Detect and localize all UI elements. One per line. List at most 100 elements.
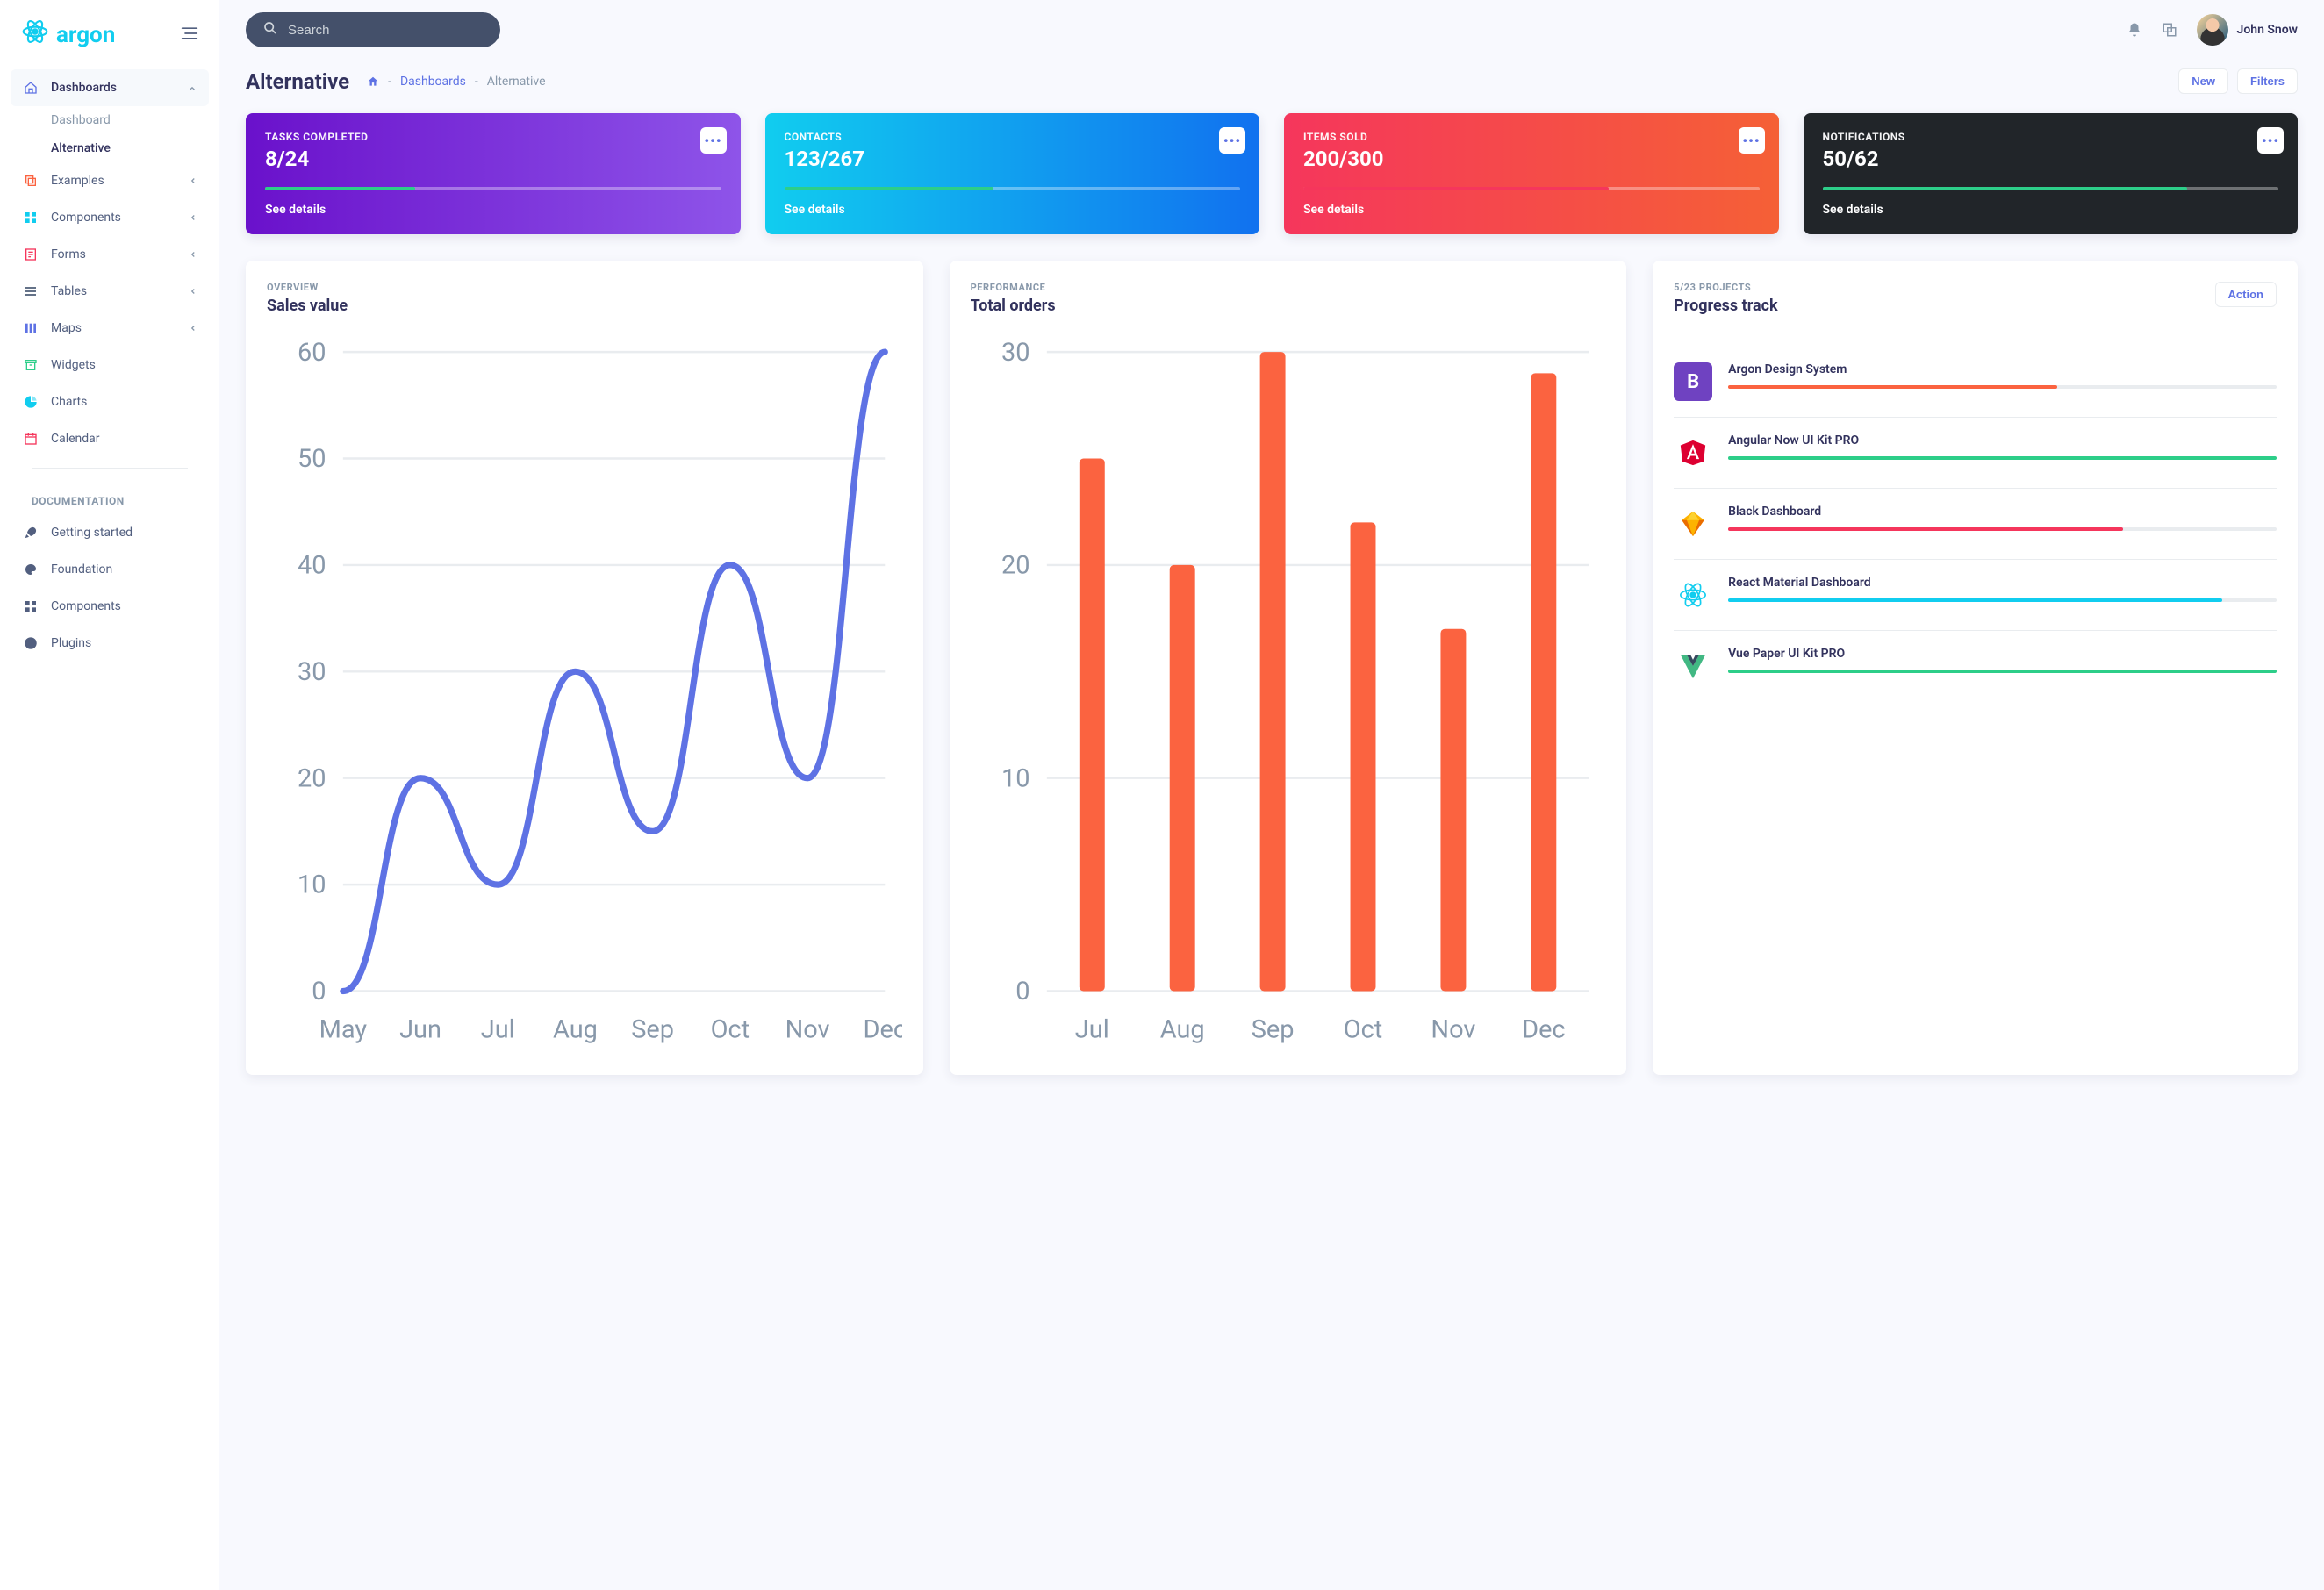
- chevron-icon: [185, 213, 199, 222]
- sidebar-item-forms[interactable]: Forms: [11, 236, 209, 273]
- svg-text:Oct: Oct: [1343, 1015, 1382, 1045]
- orders-title: Total orders: [971, 297, 1606, 315]
- filters-button[interactable]: Filters: [2237, 68, 2298, 94]
- progress-item: B Argon Design System: [1674, 347, 2277, 417]
- svg-text:Dec: Dec: [1522, 1015, 1565, 1045]
- notifications-button[interactable]: [2127, 22, 2142, 38]
- orders-panel: PERFORMANCE Total orders 0102030JulAugSe…: [950, 261, 1627, 1075]
- svg-text:Aug: Aug: [1159, 1015, 1204, 1045]
- sidebar-item-charts[interactable]: Charts: [11, 383, 209, 420]
- stat-details-link[interactable]: See details: [1303, 203, 1760, 217]
- breadcrumb: - Dashboards - Alternative: [367, 75, 545, 89]
- sidebar-item-label: Forms: [51, 247, 86, 261]
- project-progress: [1728, 385, 2277, 389]
- svg-text:Nov: Nov: [785, 1015, 830, 1045]
- svg-text:Sep: Sep: [631, 1015, 674, 1045]
- svg-text:0: 0: [1015, 977, 1029, 1006]
- username: John Snow: [2237, 23, 2298, 37]
- stat-label: CONTACTS: [785, 131, 1241, 143]
- stat-progress: [1823, 187, 2279, 190]
- stats-row: ••• TASKS COMPLETED 8/24 See details •••…: [246, 113, 2298, 234]
- stat-details-link[interactable]: See details: [1823, 203, 2279, 217]
- sidebar-doc-item-components[interactable]: Components: [11, 588, 209, 625]
- progress-action-button[interactable]: Action: [2215, 282, 2277, 307]
- stat-card-0: ••• TASKS COMPLETED 8/24 See details: [246, 113, 741, 234]
- breadcrumb-current: Alternative: [487, 75, 546, 89]
- stat-progress: [1303, 187, 1760, 190]
- sidebar-subitem-alternative[interactable]: Alternative: [51, 134, 209, 162]
- progress-panel: 5/23 PROJECTS Progress track Action B Ar…: [1653, 261, 2298, 1075]
- brand-name: argon: [56, 22, 115, 48]
- form-icon: [23, 247, 39, 262]
- home-icon: [23, 80, 39, 96]
- fullscreen-button[interactable]: [2162, 22, 2177, 38]
- sidebar-doc-item-foundation[interactable]: Foundation: [11, 551, 209, 588]
- stat-label: ITEMS SOLD: [1303, 131, 1760, 143]
- stat-label: TASKS COMPLETED: [265, 131, 721, 143]
- search-box[interactable]: [246, 12, 500, 47]
- sidebar-item-calendar[interactable]: Calendar: [11, 420, 209, 457]
- sidebar-item-label: Components: [51, 211, 121, 225]
- new-button[interactable]: New: [2178, 68, 2228, 94]
- svg-text:20: 20: [298, 763, 326, 793]
- stat-details-link[interactable]: See details: [785, 203, 1241, 217]
- project-progress: [1728, 527, 2277, 531]
- progress-item: Angular Now UI Kit PRO: [1674, 417, 2277, 488]
- sales-panel: OVERVIEW Sales value 0102030405060MayJun…: [246, 261, 923, 1075]
- palette-icon: [23, 562, 39, 577]
- sidebar-item-examples[interactable]: Examples: [11, 162, 209, 199]
- brand-logo[interactable]: argon: [21, 18, 115, 52]
- sidebar-doc-item-plugins[interactable]: Plugins: [11, 625, 209, 662]
- svg-text:10: 10: [1001, 763, 1030, 793]
- topbar: John Snow: [219, 0, 2324, 60]
- sidebar-doc-item-getting started[interactable]: Getting started: [11, 514, 209, 551]
- user-menu[interactable]: John Snow: [2197, 14, 2298, 46]
- stat-card-3: ••• NOTIFICATIONS 50/62 See details: [1804, 113, 2299, 234]
- sidebar-item-tables[interactable]: Tables: [11, 273, 209, 310]
- bell-icon: [2127, 27, 2142, 41]
- sidebar-item-label: Plugins: [51, 636, 91, 650]
- stat-value: 123/267: [785, 147, 1241, 171]
- search-input[interactable]: [288, 23, 483, 38]
- svg-text:May: May: [319, 1015, 368, 1045]
- sidebar-item-label: Tables: [51, 284, 87, 298]
- sidebar-item-components[interactable]: Components: [11, 199, 209, 236]
- project-name: Black Dashboard: [1728, 505, 2277, 519]
- sidebar-toggle[interactable]: [181, 26, 198, 44]
- archive-icon: [23, 357, 39, 373]
- svg-text:20: 20: [1001, 551, 1030, 581]
- vue-icon: [1674, 647, 1712, 685]
- svg-text:Jul: Jul: [481, 1015, 515, 1045]
- angular-icon: [1674, 433, 1712, 472]
- home-icon[interactable]: [367, 75, 379, 88]
- sidebar-item-widgets[interactable]: Widgets: [11, 347, 209, 383]
- sidebar-item-label: Foundation: [51, 562, 112, 577]
- sales-title: Sales value: [267, 297, 902, 315]
- orders-eyebrow: PERFORMANCE: [971, 282, 1606, 293]
- chevron-icon: [185, 324, 199, 333]
- stat-card-2: ••• ITEMS SOLD 200/300 See details: [1284, 113, 1779, 234]
- svg-text:10: 10: [298, 870, 326, 900]
- stat-value: 200/300: [1303, 147, 1760, 171]
- expand-icon: [2162, 27, 2177, 41]
- sidebar-subitem-dashboard[interactable]: Dashboard: [51, 106, 209, 134]
- svg-text:Jul: Jul: [1074, 1015, 1108, 1045]
- project-name: Vue Paper UI Kit PRO: [1728, 647, 2277, 661]
- progress-list: B Argon Design System Angular Now UI Kit…: [1674, 347, 2277, 701]
- sidebar-item-dashboards[interactable]: Dashboards: [11, 69, 209, 106]
- svg-text:Sep: Sep: [1251, 1015, 1294, 1045]
- sidebar-item-label: Examples: [51, 174, 104, 188]
- sidebar-item-maps[interactable]: Maps: [11, 310, 209, 347]
- calendar-icon: [23, 431, 39, 447]
- sidebar-item-label: Components: [51, 599, 121, 613]
- breadcrumb-section[interactable]: Dashboards: [400, 75, 466, 89]
- react-icon: [1674, 576, 1712, 614]
- orders-chart: 0102030JulAugSepOctNovDec: [971, 331, 1606, 1054]
- sidebar-item-label: Charts: [51, 395, 87, 409]
- bootstrap-icon: B: [1674, 362, 1712, 401]
- stat-details-link[interactable]: See details: [265, 203, 721, 217]
- svg-text:Nov: Nov: [1431, 1015, 1475, 1045]
- project-name: React Material Dashboard: [1728, 576, 2277, 590]
- avatar: [2197, 14, 2228, 46]
- search-icon: [263, 21, 277, 39]
